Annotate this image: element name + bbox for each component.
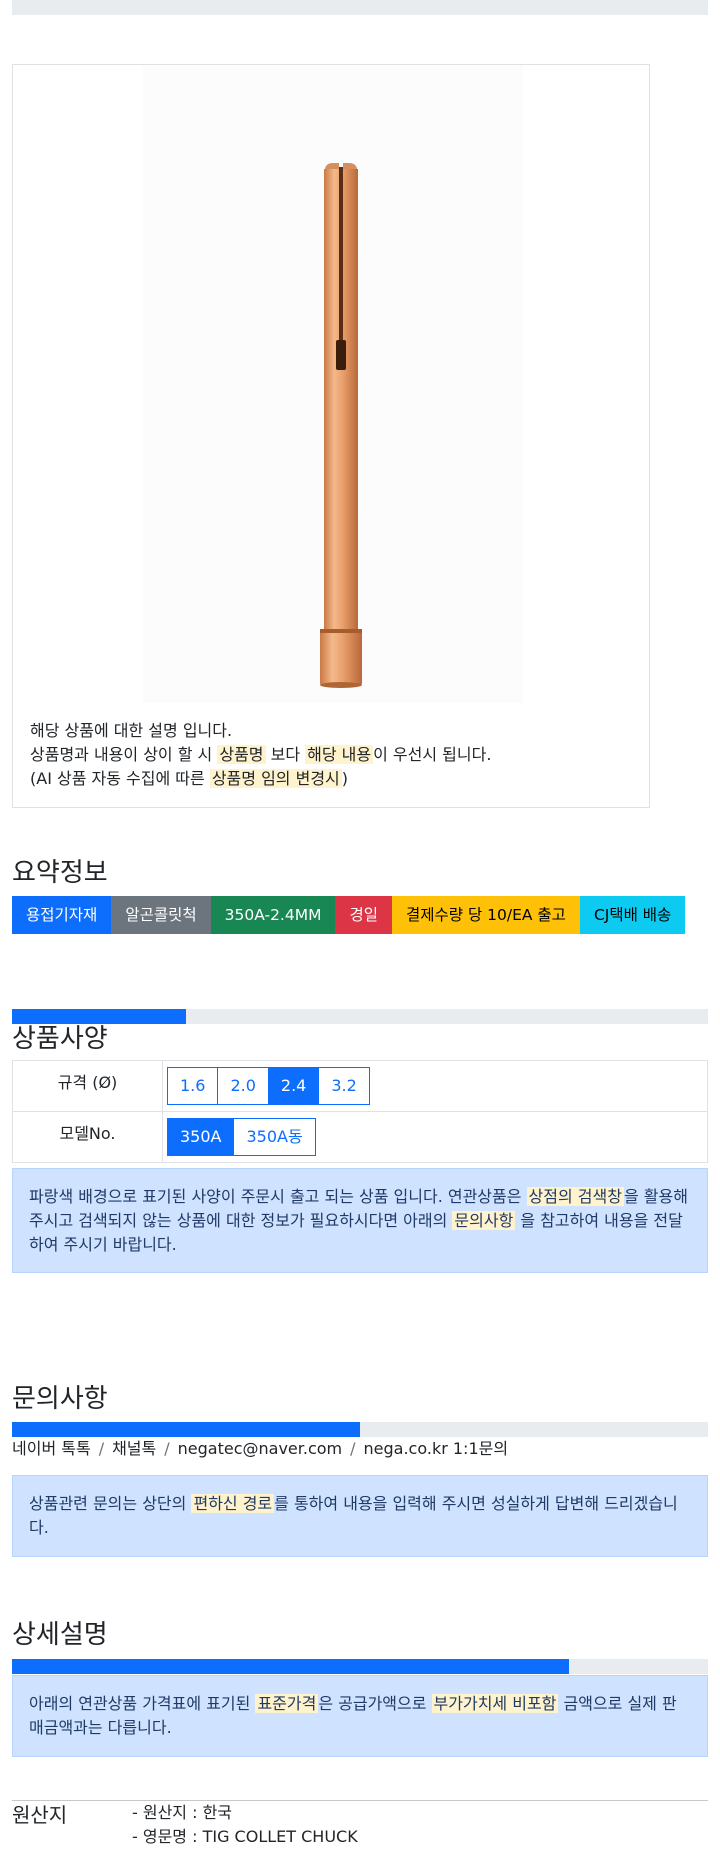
detail-note: 아래의 연관상품 가격표에 표기된 표준가격 은 공급가액으로 부가가치세 비포함… — [12, 1675, 708, 1757]
contact-separator: / — [164, 1439, 170, 1458]
inquiry-progress — [12, 1422, 708, 1437]
summary-badge: 경일 — [335, 896, 392, 934]
highlight-name-change: 상품명 임의 변경시 — [209, 769, 342, 788]
description-line-2: 상품명과 내용이 상이 할 시 상품명 보다 해당 내용 이 우선시 됩니다. — [30, 743, 640, 767]
summary-badge: 용접기자재 — [12, 896, 112, 934]
text-part: (AI 상품 자동 수집에 따른 — [30, 769, 210, 788]
spec-options-model: 350A 350A동 — [162, 1111, 708, 1163]
detail-title: 상세설명 — [12, 1620, 108, 1650]
contact-channel-talk[interactable]: 채널톡 — [112, 1439, 156, 1458]
summary-badges: 용접기자재 알곤콜릿척 350A-2.4MM 경일 결제수량 당 10/EA 출고 CJ택… — [12, 896, 686, 934]
origin-details: - 원산지 : 한국 - 영문명 : TIG COLLET CHUCK — [132, 1801, 358, 1849]
spec-row-size: 규격 (Ø) 1.6 2.0 2.4 3.2 — [12, 1060, 708, 1112]
specs-progress — [12, 1009, 708, 1024]
contact-site-inquiry[interactable]: nega.co.kr 1:1문의 — [364, 1439, 509, 1458]
size-option-button[interactable]: 2.4 — [267, 1067, 320, 1105]
contact-naver-talk[interactable]: 네이버 톡톡 — [12, 1439, 91, 1458]
model-option-button[interactable]: 350A동 — [233, 1118, 316, 1156]
detail-progress — [12, 1659, 708, 1674]
text-part: 아래의 연관상품 가격표에 표기된 — [29, 1694, 256, 1713]
summary-badge: 결제수량 당 10/EA 출고 — [392, 896, 580, 934]
size-option-button[interactable]: 3.2 — [318, 1067, 370, 1105]
contact-email[interactable]: negatec@naver.com — [178, 1439, 342, 1458]
size-option-group: 1.6 2.0 2.4 3.2 — [167, 1067, 370, 1105]
summary-badge: 알곤콜릿척 — [111, 896, 211, 934]
summary-badge: 350A-2.4MM — [210, 896, 336, 934]
description-line-1: 해당 상품에 대한 설명 입니다. — [30, 721, 233, 740]
specs-title: 상품사양 — [12, 1024, 108, 1054]
product-image — [143, 65, 523, 703]
text-part: 보다 — [265, 745, 306, 764]
detail-progress-fill — [12, 1659, 569, 1674]
spec-label-size: 규격 (Ø) — [12, 1060, 163, 1112]
summary-title: 요약정보 — [12, 858, 108, 888]
product-image-card: 해당 상품에 대한 설명 입니다. 상품명과 내용이 상이 할 시 상품명 보다… — [12, 64, 650, 808]
highlight-standard-price: 표준가격 — [255, 1694, 319, 1713]
text-part: 상품관련 문의는 상단의 — [29, 1494, 192, 1513]
highlight-search: 상점의 검색창 — [526, 1187, 624, 1206]
text-part: 파랑색 배경으로 표기된 사양이 주문시 출고 되는 상품 입니다. 연관상품은 — [29, 1187, 527, 1206]
model-option-group: 350A 350A동 — [167, 1118, 316, 1156]
highlight-product-name: 상품명 — [217, 745, 266, 764]
contact-separator: / — [350, 1439, 356, 1458]
top-progress-track — [12, 0, 708, 15]
spec-row-model: 모델No. 350A 350A동 — [12, 1111, 708, 1163]
inquiry-progress-fill — [12, 1422, 360, 1437]
highlight-route: 편하신 경로 — [191, 1494, 275, 1513]
summary-badge: CJ택배 배송 — [579, 896, 686, 934]
origin-divider — [12, 1800, 708, 1801]
inquiry-title: 문의사항 — [12, 1384, 108, 1414]
contact-breadcrumb: 네이버 톡톡 / 채널톡 / negatec@naver.com / nega.co.kr … — [12, 1437, 508, 1461]
highlight-inquiry: 문의사항 — [452, 1211, 516, 1230]
spec-options-size: 1.6 2.0 2.4 3.2 — [162, 1060, 708, 1112]
collet-image — [320, 163, 362, 688]
highlight-vat: 부가가치세 비포함 — [431, 1694, 559, 1713]
contact-separator: / — [98, 1439, 105, 1458]
size-option-button[interactable]: 2.0 — [217, 1067, 269, 1105]
specs-progress-fill — [12, 1009, 186, 1024]
origin-english-name: - 영문명 : TIG COLLET CHUCK — [132, 1827, 358, 1846]
product-description: 해당 상품에 대한 설명 입니다. 상품명과 내용이 상이 할 시 상품명 보다… — [30, 719, 640, 791]
highlight-content: 해당 내용 — [305, 745, 374, 764]
size-option-button[interactable]: 1.6 — [167, 1067, 219, 1105]
text-part: 이 우선시 됩니다. — [373, 745, 492, 764]
origin-title: 원산지 — [12, 1803, 68, 1827]
text-part: 은 공급가액으로 — [318, 1694, 432, 1713]
text-part: ) — [341, 769, 349, 788]
text-part: 상품명과 내용이 상이 할 시 — [30, 745, 218, 764]
origin-country: - 원산지 : 한국 — [132, 1803, 233, 1822]
specs-table: 규격 (Ø) 1.6 2.0 2.4 3.2 모델No. 350A 350A동 — [12, 1060, 708, 1163]
inquiry-note: 상품관련 문의는 상단의 편하신 경로 를 통하여 내용을 입력해 주시면 성실하… — [12, 1475, 708, 1557]
description-line-3: (AI 상품 자동 수집에 따른 상품명 임의 변경시) — [30, 767, 640, 791]
specs-note: 파랑색 배경으로 표기된 사양이 주문시 출고 되는 상품 입니다. 연관상품은… — [12, 1168, 708, 1273]
spec-label-model: 모델No. — [12, 1111, 163, 1163]
model-option-button[interactable]: 350A — [167, 1118, 235, 1156]
